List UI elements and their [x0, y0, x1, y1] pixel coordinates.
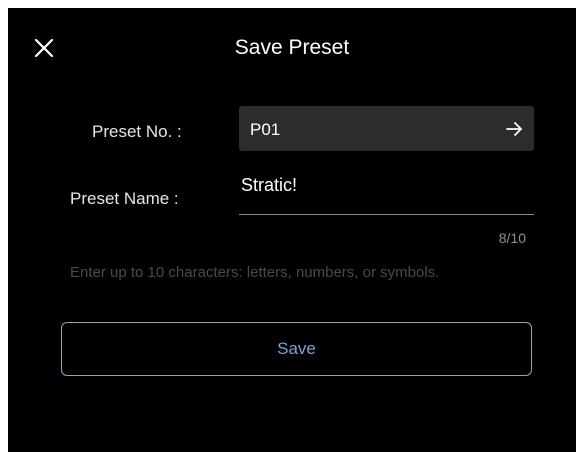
save-preset-dialog: Save Preset Preset No. : P01 Preset Name…	[8, 8, 576, 452]
preset-no-value: P01	[250, 120, 281, 139]
preset-name-value: Stratic!	[241, 175, 298, 195]
preset-name-label: Preset Name :	[70, 189, 179, 208]
preset-no-selector[interactable]: P01	[239, 106, 534, 151]
dialog-title: Save Preset	[234, 36, 350, 59]
input-hint: Enter up to 10 characters: letters, numb…	[70, 264, 440, 281]
arrow-right-icon	[506, 122, 522, 136]
character-counter: 8/10	[498, 230, 526, 246]
save-button[interactable]: Save	[61, 322, 532, 376]
preset-name-input[interactable]: Stratic!	[239, 168, 534, 215]
preset-no-label: Preset No. :	[92, 122, 182, 141]
